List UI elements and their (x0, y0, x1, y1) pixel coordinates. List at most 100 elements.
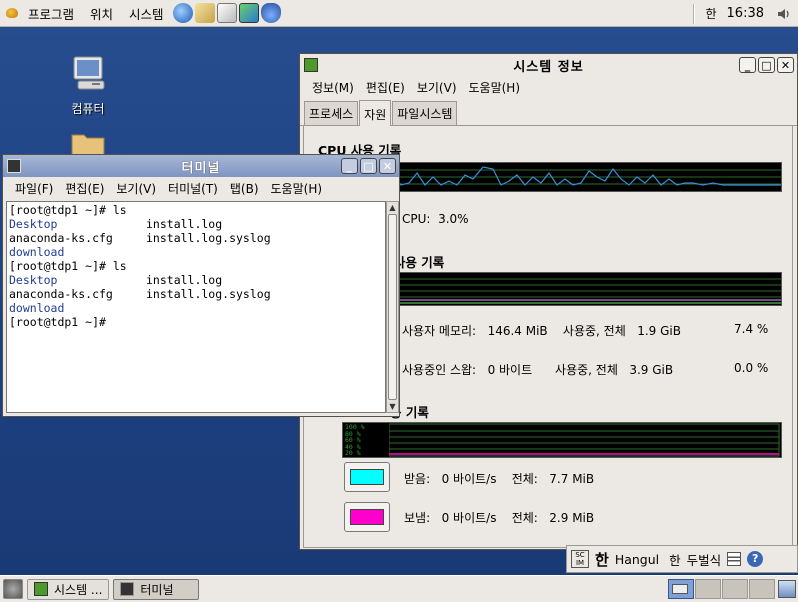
workspace-1[interactable] (668, 579, 694, 599)
terminal-scrollbar[interactable]: ▲ ▼ (386, 201, 399, 413)
sysinfo-menubar: 정보(M) 편집(E) 보기(V) 도움말(H) (300, 76, 797, 98)
desktop-icon-computer[interactable]: 컴퓨터 (48, 53, 128, 117)
menu-terminal[interactable]: 터미널(T) (162, 180, 224, 197)
web-browser-icon[interactable] (172, 3, 193, 23)
terminal-titlebar[interactable]: 터미널 _ □ ✕ (3, 155, 399, 177)
input-language-name[interactable]: Hangul (615, 552, 659, 567)
workspace-3[interactable] (722, 579, 748, 599)
workspace-2[interactable] (695, 579, 721, 599)
terminal-line: Desktop install.log (9, 217, 383, 231)
system-tray: 한 16:38 (687, 0, 798, 27)
taskbar-item-system-monitor[interactable]: 시스템 ... (27, 578, 110, 600)
scroll-up-arrow[interactable]: ▲ (387, 202, 398, 213)
file-entry: install.log (146, 273, 223, 287)
show-desktop-icon[interactable] (3, 579, 23, 599)
swap-value: 0 바이트 (487, 363, 533, 377)
trash-icon[interactable] (778, 580, 796, 598)
file-entry: anaconda-ks.cfg (9, 231, 113, 245)
window-title: 시스템 정보 (513, 59, 584, 75)
maximize-button[interactable]: □ (758, 57, 775, 73)
memory-history-graph (342, 272, 782, 306)
terminal-line: anaconda-ks.cfg install.log.syslog (9, 287, 383, 301)
terminal-maximize-button[interactable]: □ (360, 158, 377, 174)
input-method-bar: SC IM 한 Hangul 한 두벌식 ? (566, 545, 798, 573)
tab-resources[interactable]: 자원 (359, 100, 392, 126)
menu-edit[interactable]: 편집(E) (360, 79, 411, 96)
system-monitor-titlebar[interactable]: 시스템 정보 _ □ ✕ (300, 54, 797, 76)
menu-places[interactable]: 위치 (82, 4, 121, 23)
email-client-icon[interactable] (194, 3, 215, 23)
footprint-icon[interactable] (4, 5, 20, 21)
menu-help[interactable]: 도움말(H) (463, 79, 527, 96)
sent-label: 보냄: (404, 511, 431, 525)
help-hat-icon[interactable] (260, 3, 281, 23)
network-graph-svg (389, 423, 780, 457)
desktop-icon-label: 컴퓨터 (71, 102, 105, 116)
terminal-window-controls: _ □ ✕ (341, 158, 396, 174)
workspace-4[interactable] (749, 579, 775, 599)
memory-percent: 7.4 % (734, 322, 769, 336)
menu-tabs[interactable]: 탭(B) (224, 180, 265, 197)
terminal-app-icon (7, 159, 21, 173)
menu-icon[interactable] (727, 552, 742, 566)
dir-entry: Desktop (9, 273, 58, 287)
file-entry: install.log.syslog (146, 231, 271, 245)
sent-total-label: 전체: (511, 511, 538, 525)
terminal-minimize-button[interactable]: _ (341, 158, 358, 174)
received-rate: 0 바이트/s (441, 472, 497, 486)
terminal-close-button[interactable]: ✕ (379, 158, 396, 174)
menu-view[interactable]: 보기(V) (110, 180, 162, 197)
cpu-usage-row: CPU: 3.0% (402, 212, 469, 226)
tab-filesystems[interactable]: 파일시스템 (392, 101, 458, 125)
menu-edit[interactable]: 편집(E) (59, 180, 110, 197)
swap-label: 사용중인 스왑: (402, 363, 477, 377)
notes-icon[interactable] (216, 3, 237, 23)
monitor-app-icon (34, 582, 48, 596)
monitor-app-icon (304, 58, 318, 72)
memory-graph-svg (343, 278, 781, 304)
scroll-thumb[interactable] (388, 214, 397, 400)
minimize-button[interactable]: _ (739, 57, 756, 73)
terminal-line: download (9, 245, 383, 259)
received-color-button[interactable] (344, 462, 390, 492)
close-button[interactable]: ✕ (777, 57, 794, 73)
terminal-prompt: [root@tdp1 ~]# ls (9, 259, 127, 273)
bottom-panel: 시스템 ... 터미널 (0, 575, 798, 602)
volume-icon[interactable] (776, 6, 792, 22)
menu-view[interactable]: 보기(V) (411, 79, 463, 96)
tab-processes[interactable]: 프로세스 (304, 101, 359, 125)
menu-system[interactable]: 시스템 (121, 4, 172, 23)
cpu-history-graph (342, 162, 782, 192)
input-mode[interactable]: 한 (669, 550, 681, 569)
presentation-icon[interactable] (238, 3, 259, 23)
sent-color-swatch (350, 509, 384, 525)
panel-menu-bar: 프로그램 위치 시스템 (0, 0, 282, 26)
swap-total-value: 3.9 GiB (629, 363, 674, 377)
task-label: 시스템 ... (54, 582, 103, 597)
menu-info[interactable]: 정보(M) (306, 79, 360, 96)
scroll-down-arrow[interactable]: ▼ (387, 401, 398, 412)
menu-file[interactable]: 파일(F) (9, 180, 59, 197)
input-method-indicator[interactable]: 한 (705, 5, 716, 22)
scim-icon[interactable]: SC IM (571, 550, 589, 568)
received-row: 받음: 0 바이트/s 전체: 7.7 MiB (404, 470, 594, 487)
terminal-menubar: 파일(F) 편집(E) 보기(V) 터미널(T) 탭(B) 도움말(H) (3, 177, 399, 199)
memory-usage-row: 사용자 메모리: 146.4 MiB 사용중, 전체 1.9 GiB (402, 322, 681, 339)
file-entry: install.log (146, 217, 223, 231)
terminal-output[interactable]: [root@tdp1 ~]# ls Desktop install.log ana… (6, 201, 386, 413)
file-entry: install.log.syslog (146, 287, 271, 301)
sent-total: 2.9 MiB (549, 511, 595, 525)
clock[interactable]: 16:38 (727, 6, 764, 21)
menu-applications[interactable]: 프로그램 (20, 4, 82, 23)
user-memory-value: 146.4 MiB (487, 324, 548, 338)
help-icon[interactable]: ? (747, 551, 764, 567)
dir-entry: download (9, 301, 65, 315)
received-total-label: 전체: (511, 472, 538, 486)
keyboard-layout[interactable]: 두벌식 (687, 550, 722, 569)
workspace-window-thumb (672, 584, 688, 594)
dir-entry: download (9, 245, 65, 259)
sent-color-button[interactable] (344, 502, 390, 532)
terminal-prompt: [root@tdp1 ~]# ls (9, 203, 127, 217)
menu-help[interactable]: 도움말(H) (265, 180, 329, 197)
taskbar-item-terminal[interactable]: 터미널 (113, 578, 199, 600)
